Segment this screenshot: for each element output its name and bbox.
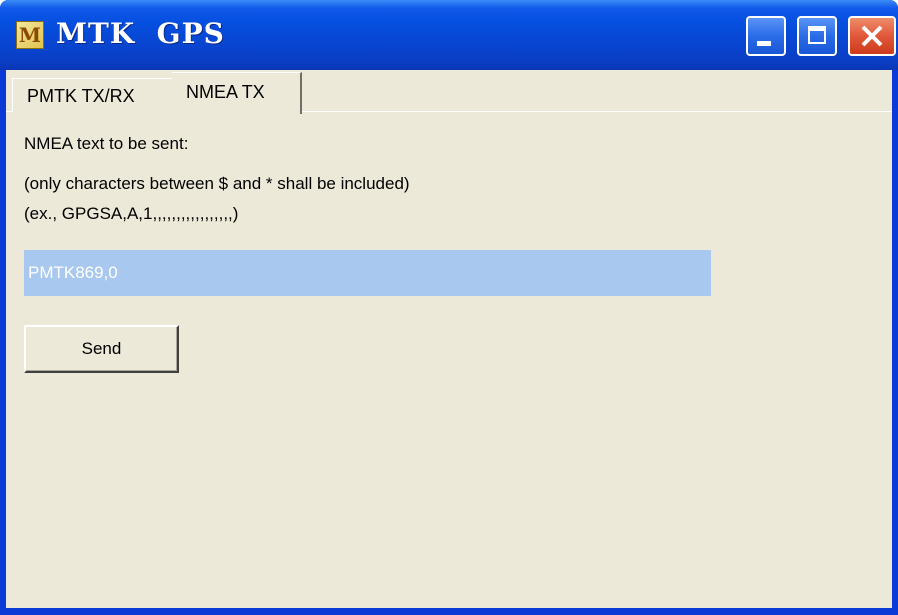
- tab-nmea-tx[interactable]: NMEA TX: [172, 72, 302, 114]
- maximize-button[interactable]: [797, 16, 837, 56]
- note-label-line2: (ex., GPGSA,A,1,,,,,,,,,,,,,,,,,): [24, 204, 239, 223]
- instruction-label: NMEA text to be sent:: [24, 134, 189, 153]
- window-frame-bottom: [0, 608, 898, 615]
- minimize-button[interactable]: [746, 16, 786, 56]
- app-icon[interactable]: M: [16, 21, 44, 49]
- note-label-line1: (only characters between $ and * shall b…: [24, 174, 410, 193]
- close-icon: [861, 25, 883, 47]
- window-title: MTK GPS: [56, 17, 225, 50]
- app-window: M MTK GPS PMTK TX/RX NMEA TX NMEA text t…: [0, 0, 898, 615]
- minimize-icon: [757, 41, 771, 46]
- send-button[interactable]: Send: [24, 325, 179, 373]
- title-bar[interactable]: M MTK GPS: [0, 0, 898, 70]
- maximize-icon: [808, 26, 826, 44]
- close-button[interactable]: [848, 16, 896, 56]
- tab-strip: PMTK TX/RX NMEA TX: [6, 70, 892, 114]
- tab-pmtk-txrx[interactable]: PMTK TX/RX: [12, 78, 172, 112]
- nmea-text-input[interactable]: [24, 250, 711, 296]
- client-area: PMTK TX/RX NMEA TX NMEA text to be sent:…: [6, 70, 892, 608]
